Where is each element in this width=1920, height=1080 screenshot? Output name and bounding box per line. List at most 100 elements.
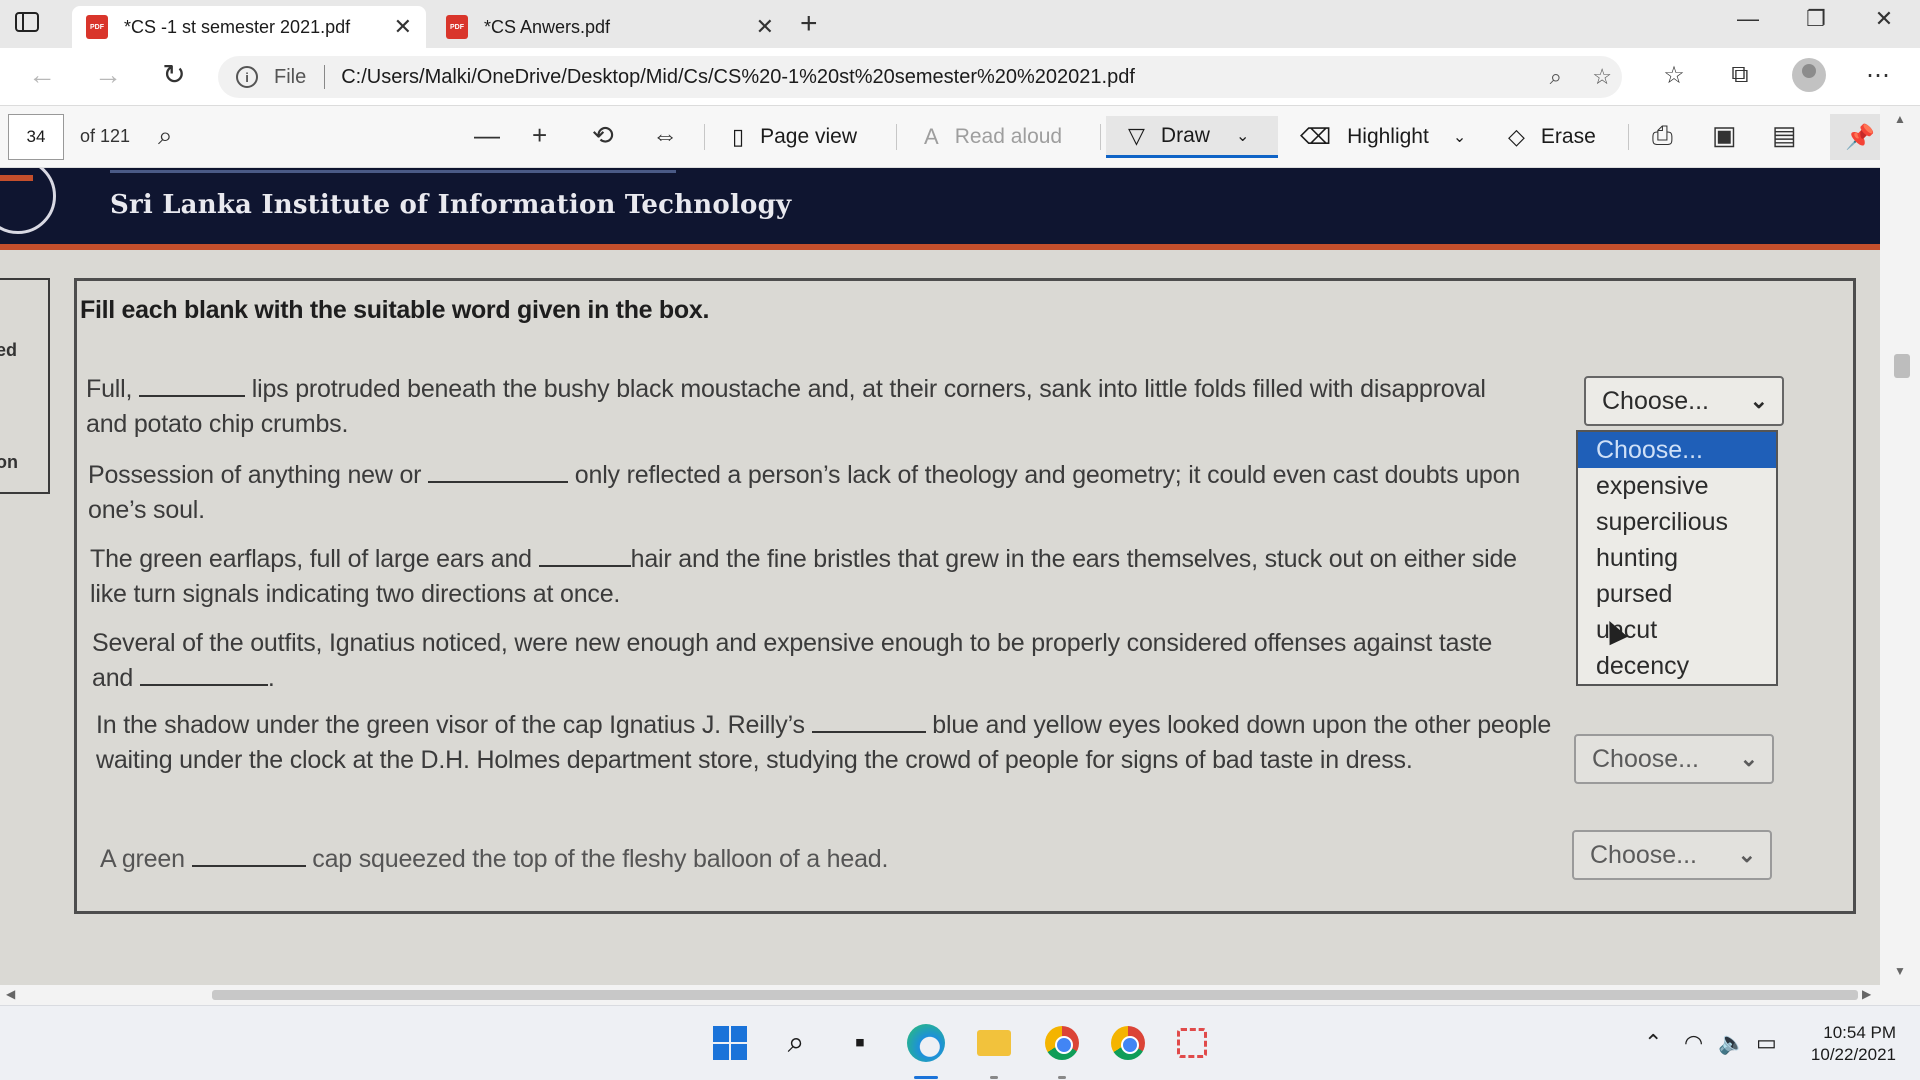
banner-stripe	[0, 244, 1880, 250]
scroll-right-icon[interactable]: ▶	[1862, 987, 1871, 1001]
more-options-icon[interactable]: ⋯	[1858, 61, 1898, 90]
scroll-down-icon[interactable]: ▼	[1894, 964, 1906, 978]
taskbar: ⌕ ▪ ⌃ ◠ 🔈 ▭ 10:54 PM 10/22/2021	[0, 1005, 1920, 1080]
answer-blank	[138, 377, 245, 397]
highlight-icon: ⌫	[1300, 124, 1332, 149]
pdf-toolbar: 34 of 121 ⌕ — + ⟲ ⇔ ▯ Page view A Read a…	[0, 106, 1920, 168]
search-icon[interactable]: ⌕	[158, 120, 173, 150]
profile-avatar[interactable]	[1792, 58, 1826, 92]
minimize-button[interactable]: —	[1718, 6, 1778, 32]
refresh-button[interactable]: ↻	[154, 60, 194, 90]
show-hidden-icons-icon[interactable]: ⌃	[1644, 1030, 1662, 1056]
highlight-button[interactable]: ⌫ Highlight ⌄	[1300, 116, 1466, 158]
forward-button[interactable]: →	[88, 60, 128, 90]
chevron-down-icon[interactable]: ⌄	[1453, 127, 1466, 147]
url-text: C:/Users/Malki/OneDrive/Desktop/Mid/Cs/C…	[341, 65, 1135, 88]
fit-width-icon[interactable]: ⇔	[652, 120, 678, 150]
wifi-icon[interactable]: ◠	[1684, 1030, 1703, 1056]
clock-date: 10/22/2021	[1810, 1045, 1896, 1064]
task-view-icon[interactable]: ▪	[840, 1023, 880, 1063]
question-text: cap squeezed the top of the fleshy ballo…	[305, 845, 889, 873]
horizontal-scroll-thumb[interactable]	[212, 990, 1858, 1000]
zoom-icon[interactable]: ⌕	[1550, 64, 1562, 90]
url-field[interactable]: i File C:/Users/Malki/OneDrive/Desktop/M…	[218, 56, 1622, 98]
eraser-icon: ◇	[1508, 124, 1525, 149]
institute-logo	[0, 168, 56, 234]
back-button[interactable]: ←	[22, 60, 62, 90]
dropdown-option[interactable]: Choose...	[1578, 432, 1776, 468]
toolbar-separator	[896, 124, 897, 150]
volume-icon[interactable]: 🔈	[1718, 1030, 1745, 1056]
restore-button[interactable]: ❐	[1786, 6, 1846, 32]
tab-actions-icon[interactable]	[14, 10, 58, 38]
select-value: Choose...	[1592, 744, 1700, 773]
select-value: Choose...	[1590, 840, 1698, 869]
chevron-down-icon: ⌄	[1749, 388, 1768, 413]
page-number-input[interactable]: 34	[8, 114, 64, 160]
dropdown-option[interactable]: expensive	[1578, 468, 1776, 504]
edge-icon[interactable]	[906, 1023, 946, 1063]
collections-icon[interactable]: ⧉	[1720, 61, 1760, 89]
question-text: A green	[100, 845, 192, 873]
close-tab-icon[interactable]: ✕	[756, 14, 774, 40]
chevron-down-icon[interactable]: ⌄	[1236, 126, 1249, 146]
question-text: Several of the outfits, Ignatius noticed…	[92, 629, 1493, 692]
zoom-in-icon[interactable]: +	[532, 120, 547, 150]
question-text: .	[267, 664, 275, 692]
save-icon[interactable]: ▣	[1712, 120, 1737, 150]
file-explorer-icon[interactable]	[974, 1023, 1014, 1063]
pdf-file-icon: PDF	[86, 15, 108, 39]
vertical-scroll-thumb[interactable]	[1894, 354, 1910, 378]
rotate-icon[interactable]: ⟲	[592, 120, 614, 150]
question-4: Several of the outfits, Ignatius noticed…	[92, 626, 1512, 696]
answer-blank	[139, 666, 268, 686]
windows-logo-icon	[713, 1026, 747, 1060]
answer-blank	[538, 547, 631, 567]
chrome-profile-icon[interactable]	[1042, 1023, 1082, 1063]
dropdown-option[interactable]: hunting	[1578, 540, 1776, 576]
favorites-icon[interactable]: ☆	[1654, 61, 1694, 90]
close-window-button[interactable]: ✕	[1854, 6, 1914, 32]
start-button[interactable]	[710, 1023, 750, 1063]
left-fragment-text: ed	[0, 340, 18, 360]
read-aloud-button[interactable]: A Read aloud	[924, 116, 1062, 158]
chrome-icon[interactable]	[1108, 1023, 1148, 1063]
dropdown-option[interactable]: supercilious	[1578, 504, 1776, 540]
answer-blank	[191, 847, 306, 867]
erase-button[interactable]: ◇ Erase	[1508, 116, 1596, 158]
draw-button[interactable]: ▽ Draw ⌄	[1106, 116, 1278, 158]
new-tab-button[interactable]: +	[800, 9, 818, 39]
question-2: Possession of anything new or only refle…	[88, 458, 1528, 528]
vertical-scrollbar[interactable]: ▲ ▼	[1880, 106, 1920, 985]
close-tab-icon[interactable]: ✕	[394, 14, 412, 40]
chevron-down-icon: ⌄	[1739, 746, 1758, 771]
save-as-icon[interactable]: ▤	[1772, 120, 1797, 150]
read-aloud-icon: A	[924, 124, 939, 149]
answer-select-5[interactable]: Choose... ⌄	[1574, 734, 1774, 784]
print-icon[interactable]: ⎙	[1652, 120, 1673, 150]
dropdown-option[interactable]: decency	[1578, 648, 1776, 684]
tab-cs-answers[interactable]: PDF *CS Anwers.pdf ✕	[432, 6, 788, 48]
answer-dropdown-list: Choose... expensive supercilious hunting…	[1576, 430, 1778, 686]
scroll-up-icon[interactable]: ▲	[1894, 112, 1906, 126]
answer-select-1[interactable]: Choose... ⌄	[1584, 376, 1784, 426]
snipping-tool-icon[interactable]	[1172, 1023, 1212, 1063]
tab-title: *CS Anwers.pdf	[484, 16, 611, 37]
tab-cs-semester[interactable]: PDF *CS -1 st semester 2021.pdf ✕	[72, 6, 426, 48]
add-favorite-icon[interactable]: ☆	[1592, 64, 1612, 90]
toolbar-separator	[704, 124, 705, 150]
system-clock[interactable]: 10:54 PM 10/22/2021	[1796, 1022, 1896, 1066]
horizontal-scrollbar[interactable]: ◀ ▶	[0, 985, 1880, 1005]
page-view-label: Page view	[760, 125, 857, 148]
zoom-out-icon[interactable]: —	[474, 120, 500, 150]
question-instruction: Fill each blank with the suitable word g…	[80, 296, 710, 324]
dropdown-option[interactable]: pursed	[1578, 576, 1776, 612]
battery-icon[interactable]: ▭	[1756, 1030, 1777, 1056]
scroll-left-icon[interactable]: ◀	[6, 987, 15, 1001]
search-icon[interactable]: ⌕	[776, 1023, 816, 1063]
question-1: Full, lips protruded beneath the bushy b…	[86, 372, 1526, 442]
answer-select-6[interactable]: Choose... ⌄	[1572, 830, 1772, 880]
file-label: File	[274, 65, 307, 88]
info-icon[interactable]: i	[236, 66, 258, 88]
page-view-button[interactable]: ▯ Page view	[732, 116, 857, 158]
